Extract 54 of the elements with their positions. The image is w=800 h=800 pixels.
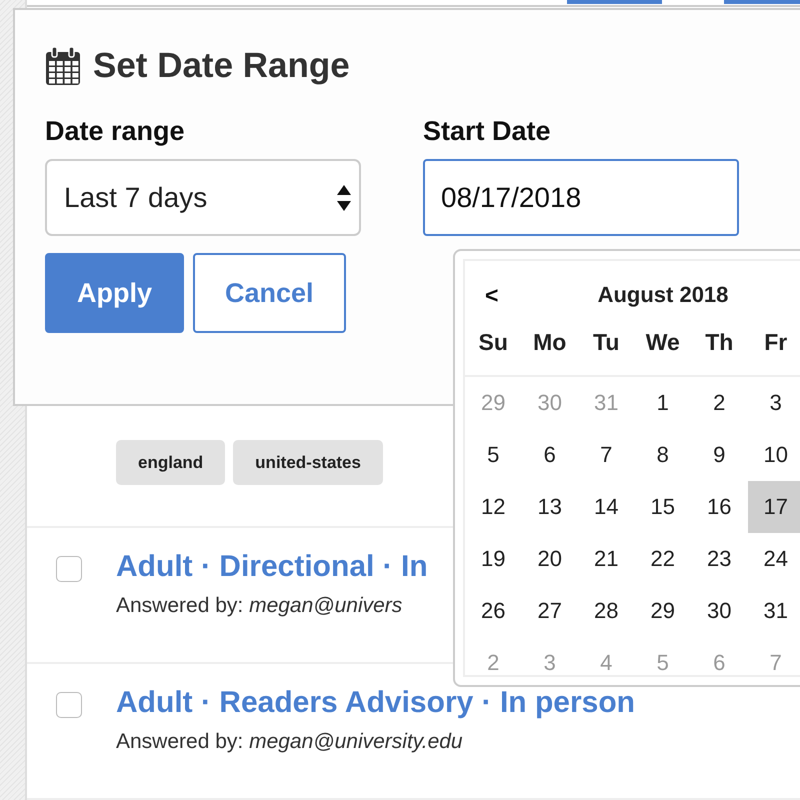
calendar-icon	[45, 46, 81, 86]
calendar-day[interactable]: 30	[691, 585, 748, 637]
calendar-day[interactable]: 29	[634, 585, 691, 637]
tag[interactable]: united-states	[233, 440, 383, 485]
checkbox[interactable]	[56, 692, 82, 718]
calendar-day[interactable]: 3	[748, 377, 800, 429]
calendar-day[interactable]: 7	[578, 429, 634, 481]
month-title: August 2018	[598, 282, 728, 308]
weekday-label: Tu	[592, 329, 620, 357]
tag[interactable]: england	[116, 440, 226, 485]
calendar-day[interactable]: 20	[522, 533, 578, 585]
answered-by-text: Answered by: megan@univers	[116, 594, 404, 618]
prev-month-button[interactable]: <	[479, 280, 504, 310]
calendar-day[interactable]: 17	[748, 481, 800, 533]
calendar-day[interactable]: 1	[634, 377, 691, 429]
calendar-day[interactable]: 5	[465, 429, 522, 481]
calendar-day[interactable]: 21	[578, 533, 634, 585]
calendar-day[interactable]: 19	[465, 533, 522, 585]
field-label: Start Date	[423, 116, 552, 147]
calendar-day[interactable]: 26	[465, 585, 522, 637]
calendar-day[interactable]: 22	[634, 533, 691, 585]
weekday-label: Su	[478, 329, 509, 357]
weekday-label: Mo	[532, 329, 568, 357]
calendar-day[interactable]: 23	[691, 533, 748, 585]
calendar-day[interactable]: 14	[578, 481, 634, 533]
weekday-label: Th	[704, 329, 734, 357]
checkbox[interactable]	[56, 556, 82, 582]
calendar-day[interactable]: 24	[748, 533, 800, 585]
calendar-day[interactable]: 16	[691, 481, 748, 533]
weekday-label: Fr	[763, 329, 788, 357]
calendar-day[interactable]: 28	[578, 585, 634, 637]
answered-by-text: Answered by: megan@university.edu	[116, 730, 464, 754]
date-range-select[interactable]: Last 7 days	[45, 159, 361, 236]
calendar-day[interactable]: 2	[691, 377, 748, 429]
dialog-title: Set Date Range	[93, 46, 350, 86]
field-label: Date range	[45, 116, 186, 147]
updown-caret-icon	[337, 184, 351, 212]
weekday-label: We	[644, 329, 681, 357]
start-date-field[interactable]: 08/17/2018	[423, 159, 739, 236]
apply-button[interactable]: Apply	[45, 253, 184, 333]
question-link[interactable]: Adult · Readers Advisory · In person	[116, 686, 635, 720]
calendar-day[interactable]: 12	[465, 481, 522, 533]
calendar-day[interactable]: 15	[634, 481, 691, 533]
calendar-day[interactable]: 10	[748, 429, 800, 481]
cancel-button[interactable]: Cancel	[193, 253, 346, 333]
toolbar-button[interactable]	[567, 0, 662, 4]
calendar-day[interactable]: 27	[522, 585, 578, 637]
calendar-day[interactable]: 8	[634, 429, 691, 481]
calendar-day[interactable]: 13	[522, 481, 578, 533]
question-link[interactable]: Adult · Directional · In	[116, 550, 428, 584]
calendar-day[interactable]: 31	[748, 585, 800, 637]
calendar-day[interactable]: 6	[522, 429, 578, 481]
calendar-day[interactable]: 9	[691, 429, 748, 481]
toolbar-button[interactable]	[724, 0, 800, 4]
